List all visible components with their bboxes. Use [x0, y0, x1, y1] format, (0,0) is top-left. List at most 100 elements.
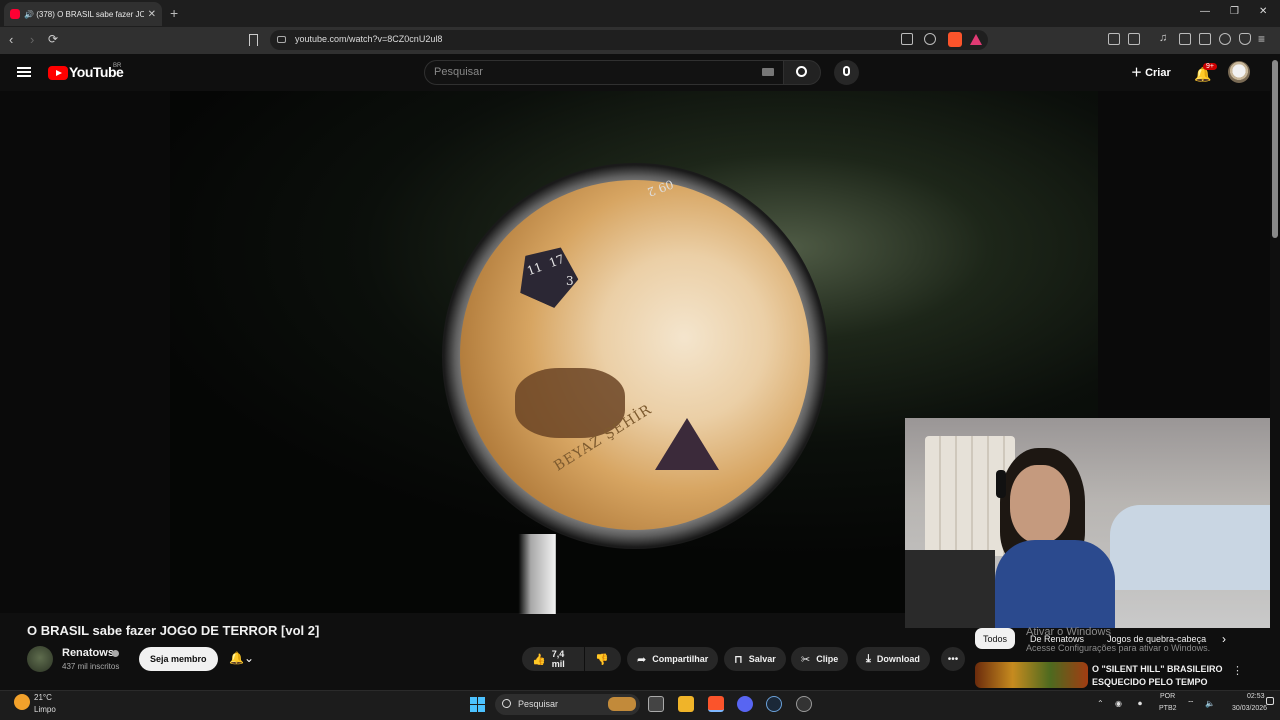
scrollbar-thumb[interactable] [1272, 60, 1278, 238]
related-more-icon[interactable]: ⋮ [1232, 664, 1243, 677]
magnifying-glass-handle [498, 534, 580, 614]
clock-date[interactable]: 30/03/2026 [1232, 705, 1267, 712]
like-count: 7,4 mil [551, 649, 565, 669]
wifi-tray-icon[interactable]: ⌔ [1187, 699, 1195, 709]
windows-start-icon[interactable] [470, 697, 485, 712]
screenshot-icon[interactable] [1128, 33, 1140, 45]
maximize-icon[interactable]: ❐ [1230, 6, 1239, 17]
search-highlight-icon [608, 697, 636, 711]
webcam-bed [1110, 505, 1280, 590]
task-view-icon[interactable] [648, 696, 664, 712]
related-video-title[interactable]: O "SILENT HILL" BRASILEIRO ESQUECIDO PEL… [1092, 663, 1227, 689]
reload-icon[interactable]: ⟳ [48, 32, 58, 46]
share-button[interactable]: ➦ Compartilhar [627, 647, 719, 671]
verified-icon [112, 650, 119, 657]
tab-title: (378) O BRASIL sabe fazer JOGO [36, 9, 144, 19]
site-info-icon[interactable] [277, 36, 286, 43]
keyboard-layout[interactable]: PTB2 [1159, 705, 1177, 712]
notification-center-icon[interactable] [1266, 697, 1274, 705]
youtube-favicon-icon [10, 9, 20, 19]
share-page-icon[interactable] [924, 33, 936, 45]
brave-rewards-icon[interactable] [970, 34, 982, 45]
search-icon [796, 66, 807, 77]
leo-ai-icon[interactable] [1219, 33, 1231, 45]
user-avatar[interactable] [1228, 61, 1250, 83]
search-button[interactable] [783, 60, 821, 85]
save-button[interactable]: ⊓ Salvar [724, 647, 786, 671]
close-tab-icon[interactable]: ✕ [148, 9, 156, 20]
discord-icon[interactable] [737, 696, 753, 712]
keyboard-icon[interactable] [762, 68, 774, 76]
youtube-logo-icon[interactable] [48, 66, 68, 80]
vpn-icon[interactable] [1239, 33, 1251, 45]
wallet-icon[interactable] [1199, 33, 1211, 45]
volume-tray-icon[interactable]: 🔈 [1205, 699, 1215, 708]
minimize-icon[interactable]: — [1200, 6, 1210, 17]
input-language[interactable]: POR [1160, 693, 1175, 700]
steam-icon[interactable] [766, 696, 782, 712]
close-window-icon[interactable]: ✕ [1259, 6, 1267, 17]
save-icon: ⊓ [734, 653, 743, 666]
create-label: Criar [1145, 67, 1171, 79]
brave-shield-icon[interactable] [948, 32, 962, 47]
headset [996, 470, 1006, 498]
extension-icon[interactable] [1108, 33, 1120, 45]
back-icon[interactable]: ‹ [9, 32, 13, 47]
create-button[interactable]: ＋ Criar [1131, 64, 1171, 80]
brave-browser-icon[interactable] [708, 696, 724, 712]
sidebar-icon[interactable] [1179, 33, 1191, 45]
download-label: Download [876, 654, 920, 664]
search-placeholder: Pesquisar [434, 66, 483, 78]
video-left-shade [0, 91, 170, 613]
browser-menu-icon[interactable]: ≡ [1258, 32, 1265, 46]
subscriber-count: 437 mil inscritos [62, 662, 120, 671]
network-tray-icon[interactable]: ◉ [1115, 699, 1122, 708]
browser-tab[interactable]: 🔊 (378) O BRASIL sabe fazer JOGO ✕ [4, 2, 162, 26]
chips-next-icon[interactable]: › [1222, 632, 1226, 646]
new-tab-button[interactable]: + [170, 5, 178, 21]
magnifying-glass-lens [460, 180, 810, 530]
microphone-icon [843, 66, 850, 76]
cast-icon[interactable] [901, 33, 913, 45]
like-button[interactable]: 👍 7,4 mil [522, 647, 584, 671]
clip-button[interactable]: ✂ Clipe [791, 647, 849, 671]
url-text: youtube.com/watch?v=8CZ0cnU2ul8 [295, 34, 443, 44]
download-button[interactable]: ⤓ Download [856, 647, 930, 671]
share-icon: ➦ [637, 653, 647, 666]
weather-temp[interactable]: 21°C [34, 693, 52, 702]
join-button[interactable]: Seja membro [139, 647, 218, 671]
more-actions-icon[interactable]: ••• [941, 647, 965, 671]
dislike-button[interactable]: 👎 [585, 647, 621, 671]
save-label: Salvar [748, 654, 776, 664]
tray-overflow-icon[interactable]: ⌃ [1097, 699, 1104, 708]
scissors-icon: ✂ [801, 653, 811, 666]
subscription-bell-icon[interactable]: 🔔⌄ [229, 651, 254, 665]
bookmark-icon[interactable] [249, 34, 258, 46]
hamburger-menu-icon[interactable] [17, 67, 31, 77]
thumbs-up-icon: 👍 [532, 653, 546, 666]
streamer-shirt [995, 540, 1115, 628]
webcam-desk [905, 550, 995, 628]
forward-icon[interactable]: › [30, 32, 34, 47]
channel-avatar[interactable] [27, 646, 53, 672]
media-icon[interactable]: ♫ [1159, 32, 1167, 44]
clock-time[interactable]: 02:53 [1247, 693, 1265, 700]
streamer-face [1010, 465, 1070, 543]
chip-all[interactable]: Todos [975, 628, 1016, 649]
clip-label: Clipe [816, 654, 839, 664]
voice-search-button[interactable] [834, 60, 859, 85]
windows-taskbar [0, 690, 1280, 720]
obs-icon[interactable] [796, 696, 812, 712]
file-explorer-icon[interactable] [678, 696, 694, 712]
mic-tray-icon[interactable]: ⏺ [1138, 699, 1142, 709]
tab-audio-icon[interactable]: 🔊 [24, 10, 34, 19]
die-number: 3 [566, 274, 574, 288]
taskbar-search-placeholder: Pesquisar [518, 699, 559, 709]
video-title: O BRASIL sabe fazer JOGO DE TERROR [vol … [27, 623, 320, 638]
related-video-thumbnail[interactable] [975, 662, 1088, 688]
channel-name[interactable]: Renatows [62, 647, 114, 659]
share-label: Compartilhar [652, 654, 709, 664]
weather-icon[interactable] [14, 694, 30, 710]
thumbs-down-icon: 👎 [595, 653, 609, 666]
region-code: BR [113, 63, 122, 69]
